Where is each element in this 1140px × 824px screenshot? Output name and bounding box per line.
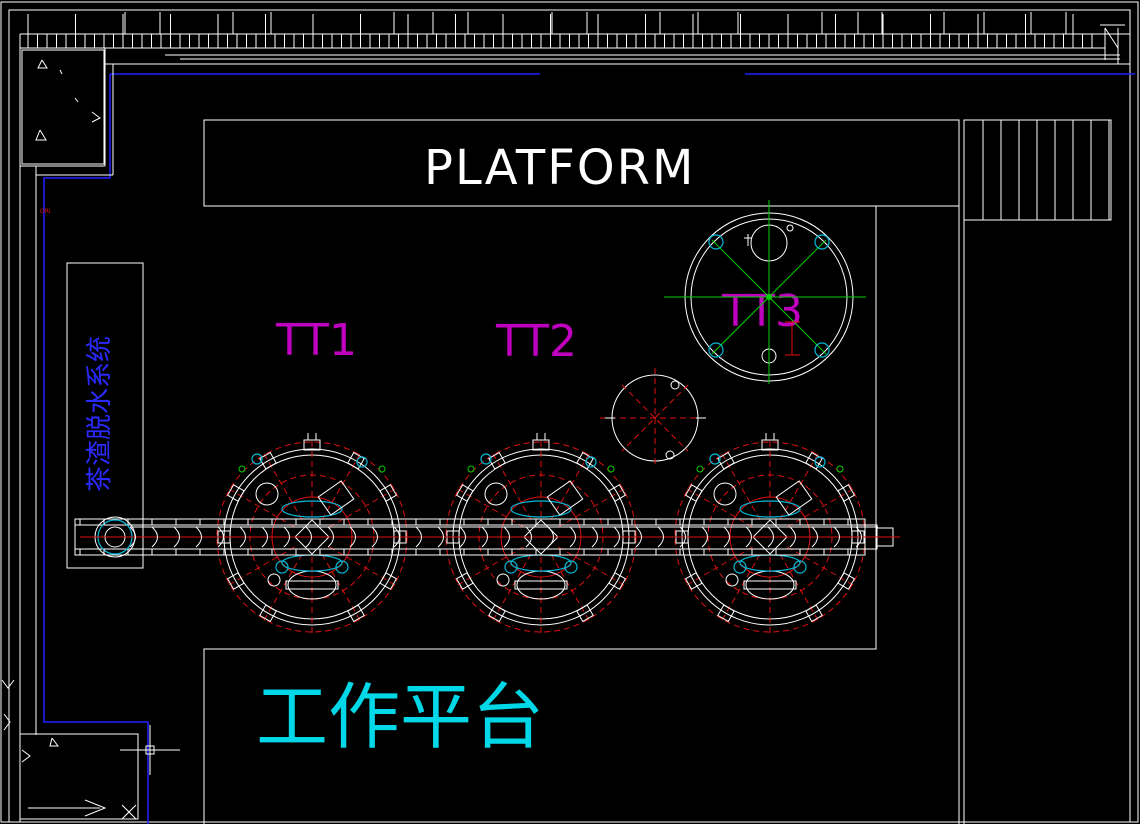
platform-block: PLATFORM — [203, 119, 960, 207]
tank-marker — [467, 465, 475, 473]
extraction-tanks-row — [212, 433, 870, 637]
tank-discharge — [745, 570, 795, 600]
top-left-stair-block — [21, 49, 105, 165]
tank-motor — [546, 480, 584, 516]
platform-label: PLATFORM — [424, 140, 695, 196]
tank-label-tt1: TT1 — [275, 315, 357, 366]
dewatering-system-box: 茶渣脱水系统 — [66, 262, 144, 569]
tank-marker — [607, 465, 615, 473]
extraction-tank-2 — [441, 433, 641, 637]
cad-drawing-canvas: PLATFORM 茶渣脱水系统 TT1 TT2 TT3 工作平台 ORI — [0, 1, 1139, 824]
extraction-tank-3 — [670, 433, 870, 637]
tank-discharge — [287, 570, 337, 600]
tank-discharge — [516, 570, 566, 600]
tank-port — [725, 573, 739, 587]
tank-port — [267, 573, 281, 587]
bottom-left-stair-block — [1, 679, 139, 820]
tank-label-tt3: TT3 — [721, 286, 803, 337]
tank-marker — [238, 465, 246, 473]
small-vessel-top-view — [600, 368, 710, 468]
insertion-marker: ORI — [40, 208, 51, 215]
right-stair-block — [963, 119, 1112, 221]
tank-motor — [317, 480, 355, 516]
dewatering-system-label: 茶渣脱水系统 — [85, 336, 115, 492]
work-platform-label: 工作平台 — [256, 675, 544, 759]
extraction-tank-1 — [212, 433, 412, 637]
drawing-frame — [0, 1, 1139, 823]
tank-marker — [378, 465, 386, 473]
tank-label-tt2: TT2 — [495, 316, 577, 367]
screw-conveyor — [74, 516, 900, 558]
top-grating-ruler — [27, 12, 1093, 49]
tank-motor — [775, 480, 813, 516]
tank-port — [496, 573, 510, 587]
tank-marker — [696, 465, 704, 473]
tank-marker — [836, 465, 844, 473]
cad-cursor-crosshair — [120, 725, 180, 775]
